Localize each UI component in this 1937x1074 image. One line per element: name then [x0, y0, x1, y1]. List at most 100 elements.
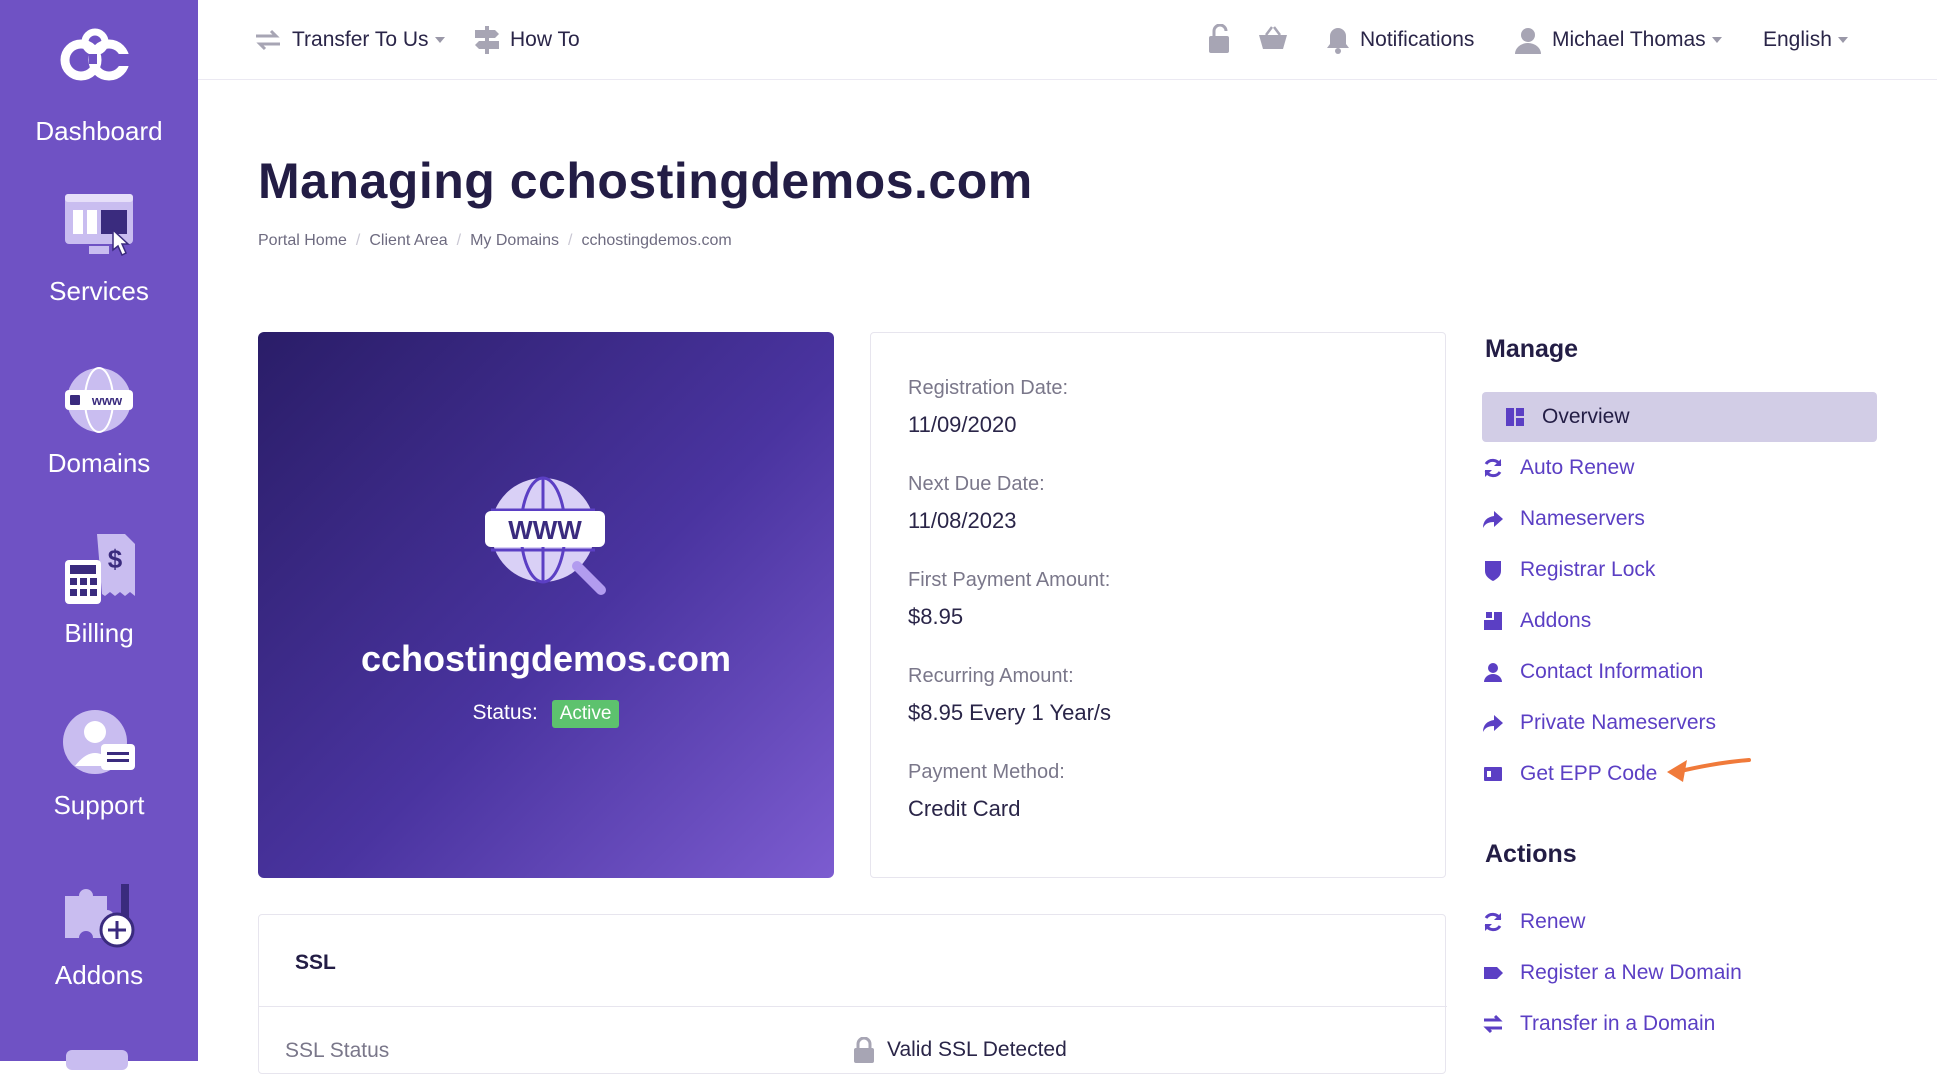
chevron-down-icon — [1711, 37, 1722, 43]
manage-registrar-lock[interactable]: Registrar Lock — [1482, 545, 1877, 595]
menu-item-label: Auto Renew — [1520, 456, 1635, 479]
user-menu[interactable]: Michael Thomas — [1514, 24, 1722, 56]
ssl-heading: SSL — [295, 951, 336, 974]
share-arrow-icon — [1483, 511, 1503, 528]
sidebar-item-more[interactable] — [66, 1050, 128, 1070]
first-payment-value: $8.95 — [908, 604, 964, 629]
lock-icon — [854, 1037, 874, 1063]
manage-addons[interactable]: Addons — [1482, 596, 1877, 646]
manage-auto-renew[interactable]: Auto Renew — [1482, 443, 1877, 493]
user-icon — [1484, 663, 1502, 682]
menu-item-label: Nameservers — [1520, 507, 1645, 530]
bell-icon — [1327, 28, 1349, 54]
id-card-icon — [1484, 767, 1502, 781]
puzzle-icon — [65, 884, 135, 948]
notifications-menu[interactable]: Notifications — [1326, 24, 1474, 56]
ssl-status-text: Valid SSL Detected — [887, 1038, 1067, 1061]
sidebar: Dashboard Services www Domains $ Billing… — [0, 0, 198, 1070]
sidebar-item-dashboard[interactable]: Dashboard — [0, 116, 198, 147]
tag-icon — [1484, 967, 1503, 979]
menu-item-label: Contact Information — [1520, 660, 1704, 683]
domain-name: cchostingdemos.com — [360, 638, 732, 679]
divider — [259, 1006, 1447, 1007]
unlock-icon[interactable] — [1207, 24, 1231, 54]
sidebar-item-domains[interactable]: www Domains — [0, 362, 198, 479]
manage-nameservers[interactable]: Nameservers — [1482, 494, 1877, 544]
next-due-label: Next Due Date: — [908, 473, 1045, 495]
sidebar-item-support[interactable]: Support — [0, 704, 198, 821]
manage-overview[interactable]: Overview — [1482, 392, 1877, 442]
status-label: Status: — [472, 701, 538, 724]
page-title: Managing cchostingdemos.com — [258, 153, 1033, 209]
sidebar-item-label: Support — [53, 790, 145, 820]
breadcrumb-portal-home[interactable]: Portal Home — [258, 232, 347, 250]
action-register-domain[interactable]: Register a New Domain — [1482, 948, 1877, 998]
recurring-amount: Recurring Amount: $8.95 Every 1 Year/s — [908, 665, 1111, 726]
howto-label: How To — [510, 28, 580, 51]
ssl-status-value: Valid SSL Detected — [853, 1037, 1067, 1063]
manage-contact-information[interactable]: Contact Information — [1482, 647, 1877, 697]
recurring-label: Recurring Amount: — [908, 665, 1074, 687]
support-icon — [63, 710, 135, 774]
annotation-arrow-icon — [1667, 758, 1751, 782]
domain-card: WWW cchostingdemos.com Status: Active — [258, 332, 834, 878]
ssl-card: SSL SSL Status Valid SSL Detected — [258, 914, 1447, 1074]
www-search-icon: WWW — [485, 476, 606, 595]
sidebar-item-label: Dashboard — [35, 116, 163, 146]
transfer-menu[interactable]: Transfer To Us — [254, 24, 445, 56]
sidebar-item-addons[interactable]: Addons — [0, 874, 198, 991]
menu-item-label: Private Nameservers — [1520, 711, 1717, 734]
sidebar-item-billing[interactable]: $ Billing — [0, 532, 198, 649]
cubes-icon — [1484, 612, 1502, 630]
breadcrumb-client-area[interactable]: Client Area — [369, 232, 447, 250]
language-menu[interactable]: English — [1763, 24, 1848, 56]
user-avatar-icon — [1515, 28, 1541, 54]
menu-item-label: Renew — [1520, 910, 1586, 933]
sidebar-item-label: Addons — [54, 960, 144, 990]
first-payment: First Payment Amount: $8.95 — [908, 569, 1110, 630]
menu-item-label: Addons — [1520, 609, 1592, 632]
manage-private-nameservers[interactable]: Private Nameservers — [1482, 698, 1877, 748]
ssl-status-label: SSL Status — [285, 1039, 390, 1062]
sync-icon — [1484, 458, 1502, 478]
sidebar-item-label: Services — [49, 276, 149, 306]
user-label: Michael Thomas — [1552, 28, 1706, 51]
action-transfer-domain[interactable]: Transfer in a Domain — [1482, 999, 1877, 1049]
share-arrow-icon — [1483, 715, 1503, 732]
transfer-icon — [1483, 1014, 1503, 1034]
shield-icon — [1485, 561, 1501, 581]
registration-value: 11/09/2020 — [908, 412, 1017, 437]
topbar: Transfer To Us How To Notifications Mich… — [198, 0, 1937, 80]
breadcrumb-separator: / — [355, 232, 361, 249]
first-payment-label: First Payment Amount: — [908, 569, 1111, 591]
chevron-down-icon — [434, 37, 445, 43]
breadcrumb-current: cchostingdemos.com — [581, 232, 732, 249]
notifications-label: Notifications — [1360, 28, 1475, 51]
signpost-icon — [475, 26, 499, 54]
breadcrumb-separator: / — [456, 232, 462, 249]
globe-icon: www — [65, 367, 133, 433]
cc-logo[interactable] — [59, 26, 139, 86]
dashboard-icon — [1506, 408, 1524, 426]
payment-method-label: Payment Method: — [908, 761, 1065, 783]
sidebar-item-label: Billing — [64, 618, 134, 648]
recurring-value: $8.95 Every 1 Year/s — [908, 700, 1112, 725]
registration-date: Registration Date: 11/09/2020 — [908, 377, 1068, 438]
svg-text:$: $ — [108, 544, 123, 574]
sidebar-item-services[interactable]: Services — [0, 190, 198, 307]
domain-info-card: Registration Date: 11/09/2020 Next Due D… — [870, 332, 1446, 878]
menu-item-label: Registrar Lock — [1520, 558, 1656, 581]
www-label: WWW — [508, 515, 582, 545]
services-icon — [65, 194, 133, 257]
howto-menu[interactable]: How To — [474, 24, 580, 56]
breadcrumb-my-domains[interactable]: My Domains — [470, 232, 559, 250]
svg-text:www: www — [91, 393, 123, 408]
breadcrumb-separator: / — [568, 232, 573, 249]
action-renew[interactable]: Renew — [1482, 897, 1877, 947]
menu-item-label: Register a New Domain — [1520, 961, 1742, 984]
sync-icon — [1484, 912, 1502, 932]
basket-icon[interactable] — [1258, 26, 1288, 50]
next-due-value: 11/08/2023 — [908, 508, 1017, 533]
language-label: English — [1763, 28, 1832, 51]
menu-item-label: Transfer in a Domain — [1520, 1012, 1716, 1035]
